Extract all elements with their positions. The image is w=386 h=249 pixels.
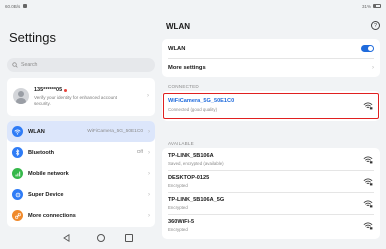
wifi-lock-icon <box>363 178 373 186</box>
status-right: 31% <box>362 4 381 9</box>
chevron-right-icon: › <box>148 212 150 219</box>
menu-label: Super Device <box>28 191 64 198</box>
highlight-box <box>163 93 379 119</box>
connected-network-status: Connected (good quality) <box>168 107 218 112</box>
menu-label: More connections <box>28 212 76 219</box>
menu-item-more-connections[interactable]: More connections › <box>7 205 155 226</box>
connected-section-label: CONNECTED <box>168 84 199 89</box>
wlan-toggle[interactable] <box>361 45 374 52</box>
mobile-network-icon <box>12 168 23 179</box>
wifi-lock-icon <box>363 102 373 110</box>
notification-icon <box>23 4 28 8</box>
more-settings-row[interactable]: More settings › <box>162 58 380 77</box>
connections-menu: WLAN WiFiCamera_5G_50E1C0 › Bluetooth Of… <box>7 121 155 227</box>
menu-item-bluetooth[interactable]: Bluetooth Off › <box>7 142 155 163</box>
menu-label: Mobile network <box>28 170 69 177</box>
menu-item-mobile-network[interactable]: Mobile network › <box>7 163 155 184</box>
search-icon <box>12 62 18 68</box>
menu-item-wlan[interactable]: WLAN WiFiCamera_5G_50E1C0 › <box>7 121 155 142</box>
page-title: Settings <box>9 30 56 45</box>
home-icon[interactable] <box>97 234 105 242</box>
battery-percent: 31% <box>361 3 371 9</box>
link-icon <box>12 210 23 221</box>
account-name: 135******05 <box>34 87 63 93</box>
avatar <box>13 88 29 104</box>
network-row[interactable]: TP-LINK_5B106A_5G Encrypted <box>162 192 380 214</box>
menu-item-super-device[interactable]: Super Device › <box>7 184 155 205</box>
account-name-row: 135******05 <box>34 87 68 93</box>
connected-network-card[interactable]: WiFiCamera_5G_50E1C0 Connected (good qua… <box>162 91 380 121</box>
network-status: Saved, encrypted (available) <box>168 161 224 166</box>
chevron-right-icon: › <box>147 93 149 99</box>
chevron-right-icon: › <box>148 149 150 156</box>
back-icon[interactable] <box>63 234 70 242</box>
recent-apps-icon[interactable] <box>125 234 133 242</box>
wifi-icon <box>12 126 23 137</box>
more-settings-label: More settings <box>168 64 206 71</box>
network-name: 360WiFi-5 <box>168 219 195 225</box>
menu-value: WiFiCamera_5G_50E1C0 <box>87 129 143 134</box>
wifi-lock-icon <box>363 156 373 164</box>
network-row[interactable]: TP-LINK_5B106A Saved, encrypted (availab… <box>162 148 380 170</box>
connected-network-name: WiFiCamera_5G_50E1C0 <box>168 98 235 104</box>
battery-icon <box>373 4 381 8</box>
available-section-label: AVAILABLE <box>168 141 194 146</box>
chevron-right-icon: › <box>148 170 150 177</box>
navigation-bar <box>0 228 386 249</box>
chevron-right-icon: › <box>148 191 150 198</box>
status-bar: 60.0B/s 31% <box>0 0 386 12</box>
network-row[interactable]: DESKTOP-0125 Encrypted <box>162 170 380 192</box>
search-input[interactable]: Search <box>7 58 155 72</box>
available-networks-card: TP-LINK_5B106A Saved, encrypted (availab… <box>162 148 380 239</box>
network-status: Encrypted <box>168 183 188 188</box>
bluetooth-icon <box>12 147 23 158</box>
help-icon[interactable]: ? <box>371 21 380 30</box>
wlan-toggle-card: WLAN More settings › <box>162 39 380 77</box>
wlan-toggle-row[interactable]: WLAN <box>162 39 380 58</box>
account-subtitle: Verify your identity for enhanced accoun… <box>34 95 117 106</box>
wlan-title: WLAN <box>166 22 190 31</box>
menu-value: Off <box>136 150 143 155</box>
super-device-icon <box>12 189 23 200</box>
wifi-lock-icon <box>363 200 373 208</box>
menu-label: WLAN <box>28 128 45 135</box>
network-status: Encrypted <box>168 205 188 210</box>
status-left: 60.0B/s <box>5 3 28 9</box>
search-placeholder: Search <box>21 62 38 68</box>
account-card[interactable]: 135******05 Verify your identity for enh… <box>7 78 155 116</box>
wlan-toggle-label: WLAN <box>168 45 186 52</box>
network-speed: 60.0B/s <box>5 3 21 9</box>
network-name: TP-LINK_5B106A <box>168 153 214 159</box>
network-name: TP-LINK_5B106A_5G <box>168 197 225 203</box>
chevron-right-icon: › <box>148 128 150 135</box>
menu-label: Bluetooth <box>28 149 55 156</box>
network-name: DESKTOP-0125 <box>168 175 210 181</box>
wlan-panel: WLAN ? WLAN More settings › CONNECTED Wi… <box>158 12 386 239</box>
chevron-right-icon: › <box>372 64 374 71</box>
alert-dot <box>64 88 68 92</box>
